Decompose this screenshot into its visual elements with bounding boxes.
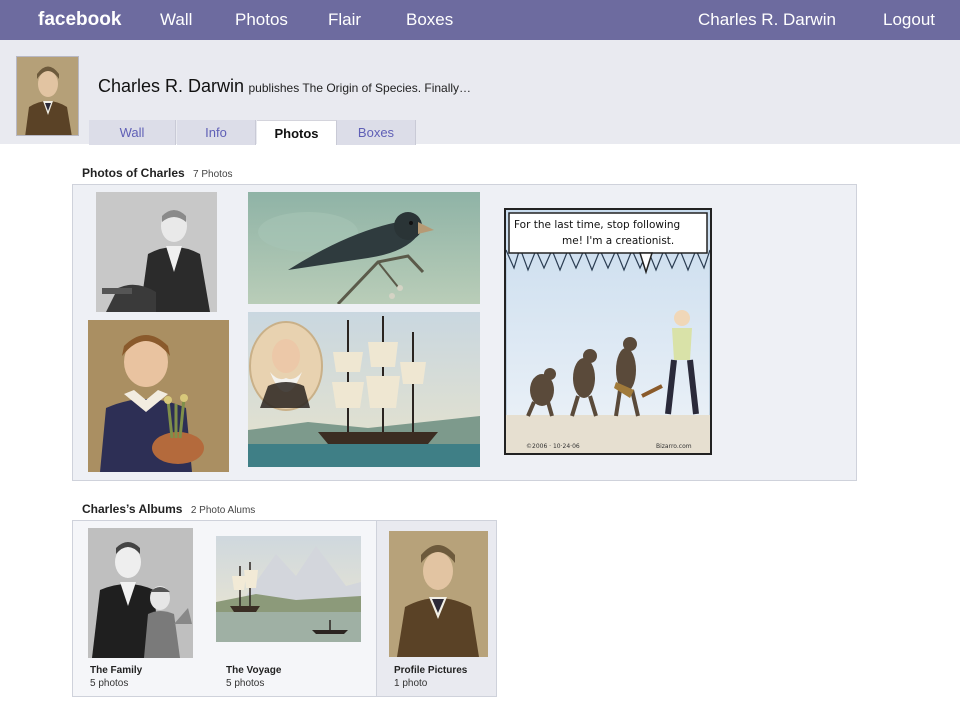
- photo-finch[interactable]: [248, 192, 480, 304]
- photos-section-title: Photos of Charles: [82, 166, 185, 180]
- darwin-portrait-image: [17, 57, 78, 135]
- facebook-logo[interactable]: facebook: [38, 0, 121, 40]
- cartoon-speech-line1: For the last time, stop following: [514, 219, 680, 231]
- nav-boxes-link[interactable]: Boxes: [406, 0, 453, 40]
- nav-photos-link[interactable]: Photos: [235, 0, 288, 40]
- profile-name[interactable]: Charles R. Darwin: [98, 76, 244, 96]
- nav-logout-link[interactable]: Logout: [883, 0, 935, 40]
- nav-user-profile-link[interactable]: Charles R. Darwin: [698, 0, 836, 40]
- album-voyage-name[interactable]: The Voyage: [226, 665, 281, 676]
- album-profile-pictures-name[interactable]: Profile Pictures: [394, 665, 467, 676]
- album-profile-pictures-thumbnail[interactable]: [389, 531, 488, 657]
- photos-section-heading: Photos of Charles 7 Photos: [82, 166, 233, 180]
- albums-section-count: 2 Photo Alums: [190, 505, 256, 516]
- cartoon-speech-line2: me! I'm a creationist.: [562, 235, 674, 247]
- album-family-thumbnail[interactable]: [88, 528, 193, 658]
- photos-panel: For the last time, stop following me! I'…: [72, 184, 857, 481]
- tab-info[interactable]: Info: [177, 120, 256, 145]
- nav-wall-link[interactable]: Wall: [160, 0, 192, 40]
- albums-panel-profile: Profile Pictures 1 photo: [376, 520, 497, 697]
- albums-section-title: Charles’s Albums: [82, 502, 183, 516]
- profile-status-line: Charles R. Darwin publishes The Origin o…: [98, 76, 471, 97]
- svg-text:©2006 · 10·24·06: ©2006 · 10·24·06: [526, 443, 580, 450]
- photo-evolution-cartoon[interactable]: For the last time, stop following me! I'…: [504, 208, 712, 455]
- photo-ship-beagle[interactable]: [248, 312, 480, 467]
- album-family-name[interactable]: The Family: [90, 665, 142, 676]
- tab-boxes[interactable]: Boxes: [337, 120, 416, 145]
- svg-text:Bizarro.com: Bizarro.com: [656, 443, 692, 450]
- nav-flair-link[interactable]: Flair: [328, 0, 361, 40]
- album-voyage-count: 5 photos: [226, 678, 265, 689]
- album-family-count: 5 photos: [90, 678, 129, 689]
- album-profile-pictures-count: 1 photo: [394, 678, 428, 689]
- photos-section-count: 7 Photos: [193, 169, 233, 180]
- albums-panel: The Family 5 photos The Voyage 5 photos: [72, 520, 377, 697]
- top-navigation-bar: facebook Wall Photos Flair Boxes Charles…: [0, 0, 960, 40]
- tab-wall[interactable]: Wall: [89, 120, 176, 145]
- tab-photos[interactable]: Photos: [257, 120, 337, 145]
- photo-seated-portrait[interactable]: [96, 192, 217, 312]
- profile-avatar[interactable]: [16, 56, 79, 136]
- album-voyage-thumbnail[interactable]: [216, 536, 361, 642]
- photo-child-portrait[interactable]: [88, 320, 229, 472]
- profile-status-text: publishes The Origin of Species. Finally…: [248, 81, 472, 95]
- albums-section-heading: Charles’s Albums 2 Photo Alums: [82, 502, 255, 516]
